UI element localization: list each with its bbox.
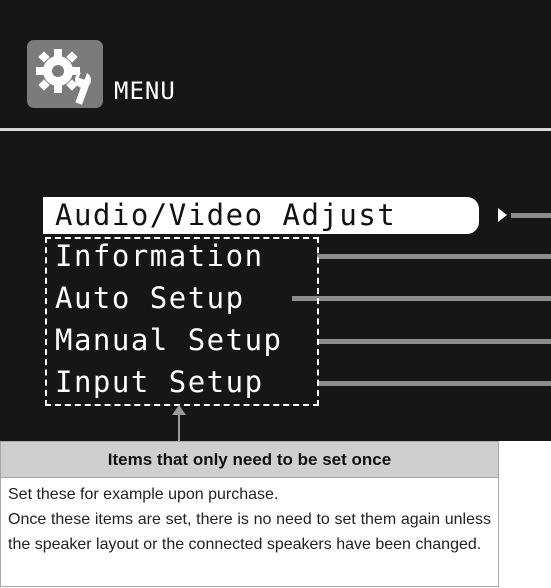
- submenu-arrow-icon: [498, 208, 507, 222]
- menu-screen: MENU Audio/Video Adjust Information Auto…: [0, 0, 551, 441]
- title-divider: [0, 128, 551, 131]
- note-body: Set these for example upon purchase. Onc…: [8, 486, 491, 553]
- setup-once-group-outline: [45, 237, 319, 406]
- note-heading: Items that only need to be set once: [1, 442, 498, 478]
- connector-line: [292, 296, 551, 301]
- setup-menu-icon: [27, 40, 103, 108]
- connector-line: [511, 213, 551, 218]
- menu-item-audio-video-adjust[interactable]: Audio/Video Adjust: [43, 197, 479, 234]
- menu-title: MENU: [114, 77, 176, 105]
- connector-line: [317, 339, 551, 344]
- connector-line: [317, 381, 551, 386]
- connector-line: [317, 254, 551, 259]
- note-box: Items that only need to be set once Set …: [0, 441, 499, 587]
- pointer-line: [178, 414, 180, 441]
